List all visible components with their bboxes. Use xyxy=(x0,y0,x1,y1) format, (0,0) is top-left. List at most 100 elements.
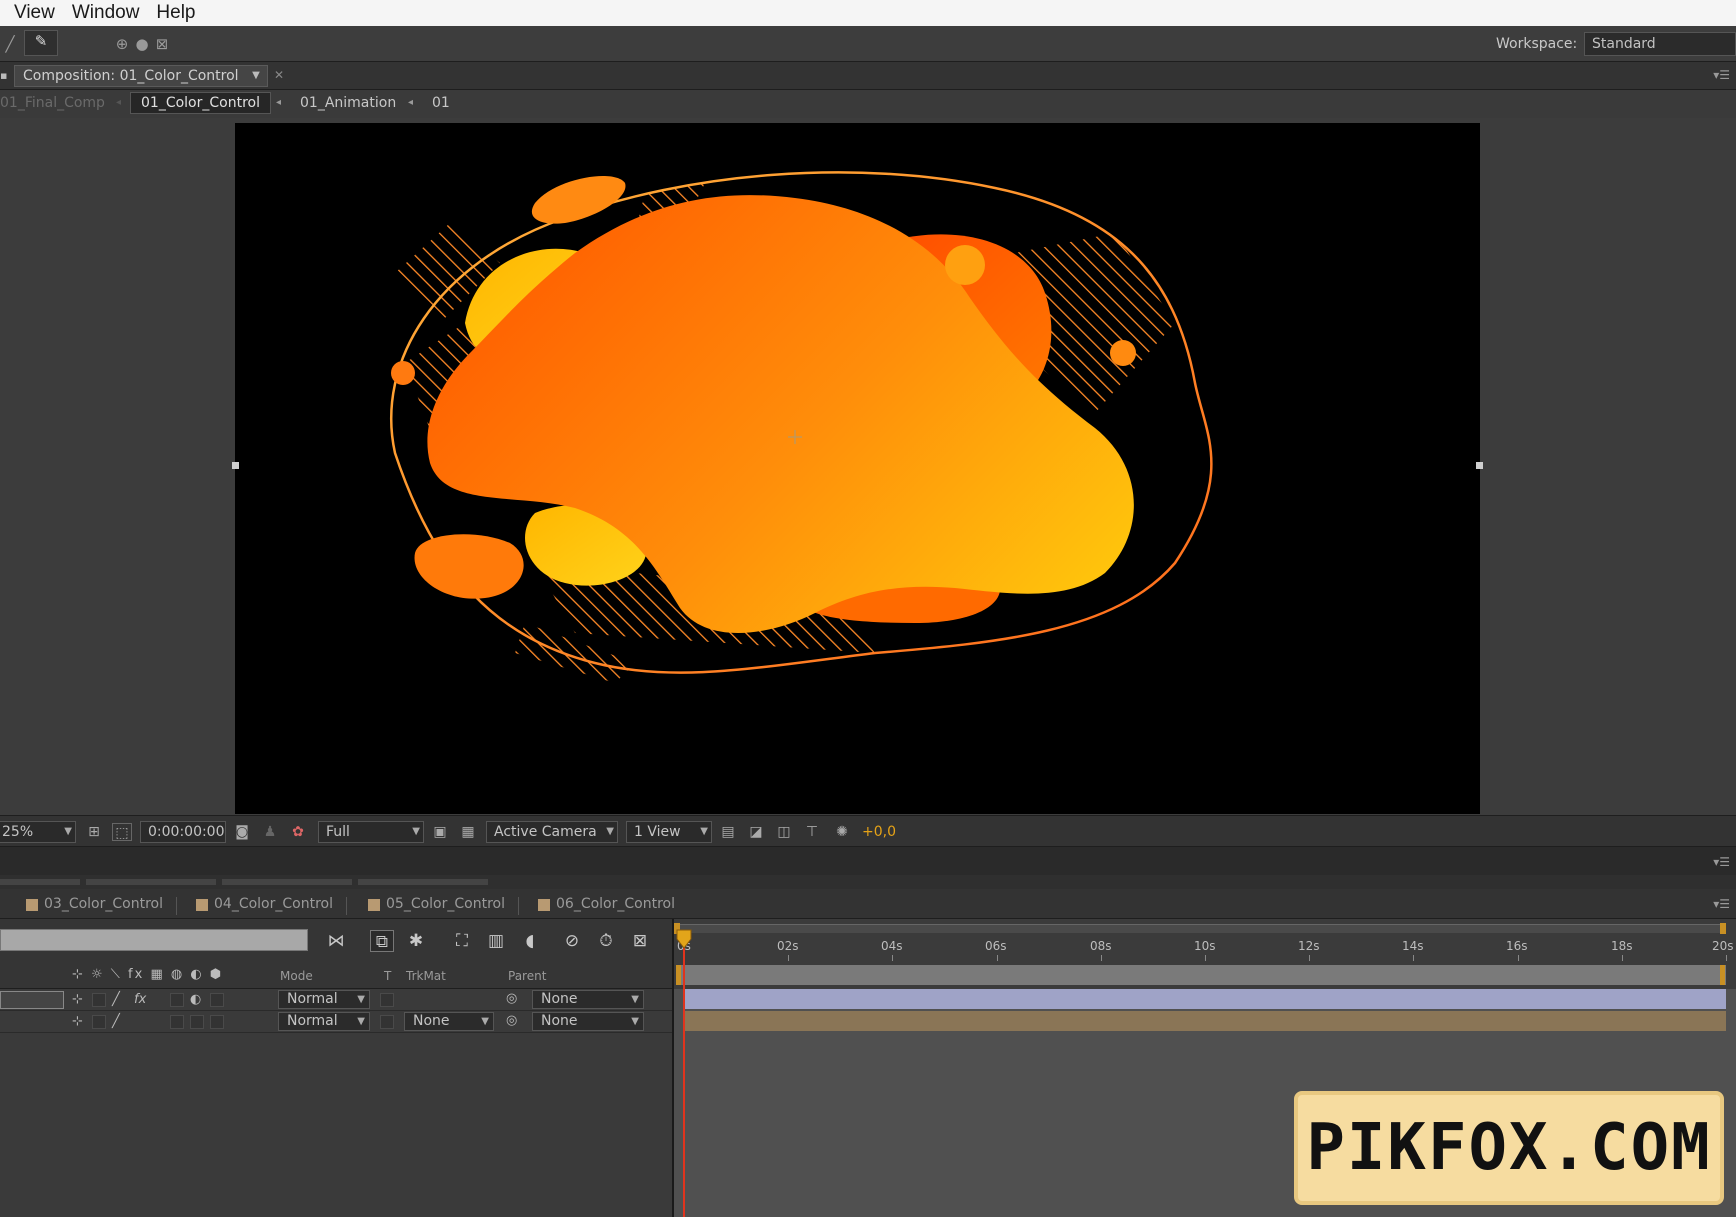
overlap-tool-icon[interactable]: ⊠ xyxy=(152,34,172,54)
frame-blend-switch[interactable] xyxy=(170,1015,184,1029)
playhead-handle-icon[interactable] xyxy=(676,929,692,949)
pen-tool-icon[interactable]: ╱ xyxy=(0,34,20,54)
trkmat-column-header[interactable]: TrkMat xyxy=(406,969,446,983)
reset-exposure-icon[interactable]: ✺ xyxy=(832,823,852,841)
color-channels-icon[interactable]: ✿ xyxy=(288,823,308,841)
timeline-icon[interactable]: ◫ xyxy=(774,823,794,841)
track-matte-select[interactable]: None ▼ xyxy=(404,1012,494,1031)
pick-whip-icon[interactable]: ◎ xyxy=(506,1013,517,1028)
ruler-tick-label: 18s xyxy=(1611,939,1633,953)
preserve-transparency-switch[interactable] xyxy=(380,993,394,1007)
canvas-edge-handle-left[interactable] xyxy=(232,462,239,469)
panel-menu-icon[interactable]: ▾☰ xyxy=(1713,855,1730,869)
parent-column-header[interactable]: Parent xyxy=(508,969,546,983)
chevron-down-icon: ▼ xyxy=(357,1016,365,1027)
fit-frame-icon[interactable]: ⊞ xyxy=(84,823,104,841)
parent-select[interactable]: None ▼ xyxy=(532,990,644,1009)
panel-menu-icon[interactable]: ▾☰ xyxy=(1713,897,1730,911)
camera-snapshot-icon[interactable]: ◙ xyxy=(232,823,252,841)
composition-tab[interactable]: Composition: 01_Color_Control ▼ xyxy=(14,65,268,87)
stopwatch-icon[interactable]: ⊠ xyxy=(628,930,652,952)
view-layout-select[interactable]: 1 View ▼ xyxy=(626,821,712,843)
frame-blending-icon[interactable]: ⛶ xyxy=(450,930,474,952)
hide-shy-layers-icon[interactable]: ✱ xyxy=(404,930,428,952)
work-area-bar[interactable] xyxy=(678,924,1726,933)
auto-keyframe-icon[interactable]: ⊘ xyxy=(560,930,584,952)
panel-menu-icon[interactable]: ▾☰ xyxy=(1713,68,1730,82)
current-time-indicator[interactable] xyxy=(683,931,685,1217)
effects-switch-icon[interactable]: fx xyxy=(134,992,146,1007)
tab-05-color-control[interactable]: 05_Color_Control xyxy=(366,893,519,917)
quality-switch-icon[interactable]: ╱ xyxy=(112,1014,120,1029)
resolution-select[interactable]: Full ▼ xyxy=(318,821,424,843)
shy-switch-icon[interactable]: ⊹ xyxy=(72,1014,83,1029)
chevron-down-icon[interactable]: ▼ xyxy=(248,68,264,84)
adjustment-layer-icon[interactable]: ◐ xyxy=(190,992,201,1007)
show-snapshot-icon[interactable]: ♟ xyxy=(260,823,280,841)
breadcrumb-item-01[interactable]: 01 xyxy=(432,95,450,111)
canvas-edge-handle-right[interactable] xyxy=(1476,462,1483,469)
t-column-header[interactable]: T xyxy=(384,969,391,983)
menu-window[interactable]: Window xyxy=(72,2,140,24)
navigator-end-handle[interactable] xyxy=(1720,965,1725,985)
time-navigator-bar[interactable] xyxy=(678,965,1726,985)
transparency-grid-icon[interactable]: ▦ xyxy=(458,823,478,841)
time-ruler[interactable]: 0s02s04s06s08s10s12s14s16s18s20s xyxy=(674,919,1736,989)
preserve-transparency-switch[interactable] xyxy=(380,1015,394,1029)
breadcrumb-item-final-comp[interactable]: 01_Final_Comp xyxy=(0,95,105,111)
tab-04-color-control[interactable]: 04_Color_Control xyxy=(194,893,347,917)
fast-preview-icon[interactable]: ▣ xyxy=(430,823,450,841)
motion-blur-icon[interactable]: ▥ xyxy=(484,930,508,952)
graph-editor-icon[interactable]: ⏱ xyxy=(594,930,618,952)
layer-duration-bar[interactable] xyxy=(684,1011,1726,1031)
menu-help[interactable]: Help xyxy=(156,2,195,24)
work-area-end-handle[interactable] xyxy=(1720,923,1726,934)
mode-column-header[interactable]: Mode xyxy=(280,969,313,983)
layer-duration-bar[interactable] xyxy=(684,989,1726,1009)
brainstorm-icon[interactable]: ◖ xyxy=(518,930,542,952)
composition-viewer[interactable] xyxy=(0,118,1736,815)
adjustment-layer-switch[interactable] xyxy=(190,1015,204,1029)
exposure-value[interactable]: +0,0 xyxy=(862,824,896,840)
watermark-badge: PIKFOX.COM xyxy=(1294,1091,1724,1205)
toggle-pixel-aspect-icon[interactable]: ▤ xyxy=(718,823,738,841)
3d-layer-switch[interactable] xyxy=(210,993,224,1007)
menu-view[interactable]: View xyxy=(14,2,55,24)
3d-layer-switch[interactable] xyxy=(210,1015,224,1029)
shy-switch-icon[interactable]: ⊹ xyxy=(72,992,83,1007)
quality-switch-icon[interactable]: ╱ xyxy=(112,992,120,1007)
timecode-display[interactable]: 0:00:00:00 xyxy=(140,821,226,843)
layer-row[interactable]: ⊹ ╱ Normal ▼ None ▼ ◎ None ▼ xyxy=(0,1011,672,1033)
puppet-pin-tool-icon[interactable]: ✎ xyxy=(24,30,58,56)
flowchart-icon[interactable]: ⊤ xyxy=(802,823,822,841)
breadcrumb-item-color-control[interactable]: 01_Color_Control xyxy=(130,92,271,114)
pick-whip-icon[interactable]: ◎ xyxy=(506,991,517,1006)
tab-06-color-control[interactable]: 06_Color_Control xyxy=(536,893,675,917)
navigator-start-handle[interactable] xyxy=(676,965,681,985)
breadcrumb-item-animation[interactable]: 01_Animation xyxy=(300,95,396,111)
close-icon[interactable]: ✕ xyxy=(274,68,284,82)
layer-search-input[interactable] xyxy=(0,929,308,951)
collapse-switch[interactable] xyxy=(92,1015,106,1029)
fast-previews-icon[interactable]: ◪ xyxy=(746,823,766,841)
layer-row[interactable]: ⊹ ╱ fx ◐ Normal ▼ ◎ None ▼ xyxy=(0,989,672,1011)
anchor-tool-icon[interactable]: ⊕ xyxy=(112,34,132,54)
zoom-select[interactable]: 25% ▼ xyxy=(0,821,76,843)
dot-tool-icon[interactable]: ● xyxy=(132,34,152,54)
composition-mini-flowchart-icon[interactable]: ⋈ xyxy=(324,930,348,952)
frame-blend-switch[interactable] xyxy=(170,993,184,1007)
collapse-switch[interactable] xyxy=(92,993,106,1007)
blend-mode-select[interactable]: Normal ▼ xyxy=(278,1012,370,1031)
camera-select[interactable]: Active Camera ▼ xyxy=(486,821,618,843)
composition-canvas[interactable] xyxy=(235,123,1480,814)
layer-list-empty-area[interactable] xyxy=(0,1033,672,1217)
region-of-interest-icon[interactable]: ⬚ xyxy=(112,823,132,841)
parent-select[interactable]: None ▼ xyxy=(532,1012,644,1031)
layer-name-field[interactable] xyxy=(0,991,64,1009)
blend-mode-select[interactable]: Normal ▼ xyxy=(278,990,370,1009)
ruler-tick-label: 02s xyxy=(777,939,799,953)
draft-3d-icon[interactable]: ⧉ xyxy=(370,930,394,952)
workspace-select[interactable]: Standard xyxy=(1584,32,1736,56)
tab-03-color-control[interactable]: 03_Color_Control xyxy=(24,893,177,917)
lock-icon[interactable]: ▪ xyxy=(0,69,7,82)
